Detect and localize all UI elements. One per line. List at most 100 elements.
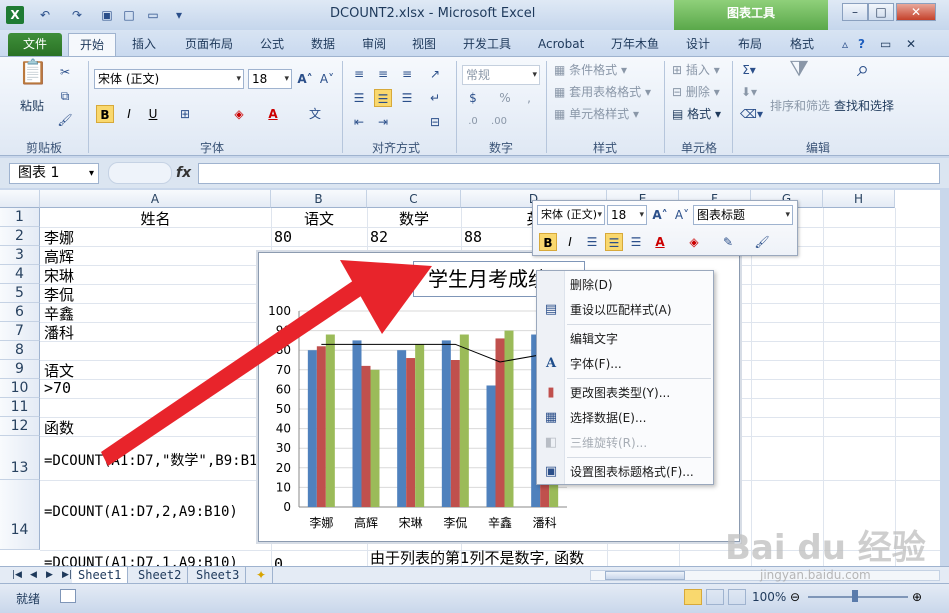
undo-icon[interactable]: ↶: [36, 6, 54, 24]
grow-font-icon[interactable]: A˄: [296, 70, 314, 88]
row-header-3[interactable]: 3: [0, 246, 40, 265]
zoom-out-icon[interactable]: ⊖: [790, 590, 800, 604]
fill-color-icon[interactable]: ◈: [230, 105, 248, 123]
cell-a9[interactable]: 语文: [44, 360, 74, 381]
redo-icon[interactable]: ↷: [68, 6, 86, 24]
zoom-in-icon[interactable]: ⊕: [912, 590, 922, 604]
save-icon[interactable]: ▣: [98, 6, 116, 24]
restore-workbook-icon[interactable]: ▭: [874, 33, 897, 56]
delete-cells-button[interactable]: ⊟ 删除 ▾: [672, 83, 720, 101]
minimize-button[interactable]: –: [842, 3, 868, 21]
comma-icon[interactable]: ,: [520, 89, 538, 107]
orientation-icon[interactable]: ↗: [426, 65, 444, 83]
tab-view[interactable]: 视图: [406, 33, 442, 56]
row-header-6[interactable]: 6: [0, 303, 40, 322]
mini-font-combo[interactable]: 宋体 (正文) ▾: [537, 205, 605, 225]
border-icon[interactable]: ⊞: [176, 105, 194, 123]
sheet-tab-1[interactable]: Sheet1: [72, 567, 129, 583]
mini-shrink-font-icon[interactable]: A˅: [673, 206, 691, 224]
select-all-corner[interactable]: [0, 190, 40, 208]
page-break-view-icon[interactable]: [728, 589, 746, 605]
cell-a1[interactable]: 姓名: [40, 208, 271, 229]
mini-fill-icon[interactable]: ◈: [685, 233, 703, 251]
normal-view-icon[interactable]: [684, 589, 702, 605]
bold-button[interactable]: B: [96, 105, 114, 123]
cell-b15[interactable]: 0: [274, 555, 283, 566]
row-header-11[interactable]: 11: [0, 398, 40, 417]
paste-icon[interactable]: 📋: [18, 60, 48, 93]
cell-a14[interactable]: =DCOUNT(A1:D7,2,A9:B10): [44, 504, 238, 520]
format-cells-button[interactable]: ▤ 格式 ▾: [672, 105, 721, 123]
col-header-h[interactable]: H: [823, 190, 895, 208]
zoom-level[interactable]: 100%: [752, 590, 786, 604]
cut-icon[interactable]: ✂: [56, 63, 74, 81]
row-header-4[interactable]: 4: [0, 265, 40, 284]
copy-icon[interactable]: ⧉: [56, 87, 74, 105]
align-left-icon[interactable]: ☰: [350, 89, 368, 107]
increase-decimal-icon[interactable]: .0: [464, 113, 482, 131]
row-header-12[interactable]: 12: [0, 417, 40, 436]
insert-cells-button[interactable]: ⊞ 插入 ▾: [672, 61, 720, 79]
mini-outline-icon[interactable]: ✎: [719, 233, 737, 251]
number-format-combo[interactable]: 常规 ▾: [462, 65, 540, 85]
align-middle-icon[interactable]: ≡: [374, 65, 392, 83]
mini-align-center-icon[interactable]: ☰: [605, 233, 623, 251]
cell-c15[interactable]: 由于列表的第1列不是数字, 函数: [370, 547, 584, 566]
tab-acrobat[interactable]: Acrobat: [532, 33, 590, 56]
menu-item-format-title[interactable]: ▣ 设置图表标题格式(F)...: [537, 460, 713, 484]
cell-a4[interactable]: 宋琳: [44, 265, 74, 286]
menu-item-reset-style[interactable]: ▤ 重设以匹配样式(A): [537, 298, 713, 322]
new-file-icon[interactable]: □: [120, 6, 138, 24]
cell-styles-button[interactable]: ▦ 单元格样式 ▾: [554, 105, 639, 123]
mini-font-color-icon[interactable]: A: [651, 233, 669, 251]
cell-c2[interactable]: 82: [370, 228, 388, 246]
tab-design[interactable]: 设计: [680, 33, 716, 56]
macro-record-icon[interactable]: [60, 589, 76, 603]
sort-filter-button[interactable]: 排序和筛选: [770, 97, 830, 115]
find-select-button[interactable]: 查找和选择: [834, 97, 894, 115]
row-header-2[interactable]: 2: [0, 227, 40, 246]
insert-sheet-icon[interactable]: ✦: [250, 567, 274, 583]
font-name-combo[interactable]: 宋体 (正文) ▾: [94, 69, 244, 89]
sheet-tab-2[interactable]: Sheet2: [132, 567, 189, 583]
menu-item-select-data[interactable]: ▦ 选择数据(E)...: [537, 406, 713, 430]
tab-format[interactable]: 格式: [784, 33, 820, 56]
conditional-format-button[interactable]: ▦ 条件格式 ▾: [554, 61, 627, 79]
font-color-icon[interactable]: A: [264, 105, 282, 123]
customize-qat-icon[interactable]: ▾: [170, 6, 188, 24]
row-header-14[interactable]: 14: [0, 480, 40, 550]
name-box[interactable]: 图表 1 ▾: [9, 163, 99, 184]
italic-button[interactable]: I: [120, 105, 138, 123]
row-header-13[interactable]: 13: [0, 436, 40, 480]
row-header-10[interactable]: 10: [0, 379, 40, 398]
align-right-icon[interactable]: ☰: [398, 89, 416, 107]
menu-item-delete[interactable]: 删除(D): [537, 273, 713, 297]
chart-element-combo[interactable]: 图表标题 ▾: [693, 205, 793, 225]
tab-file[interactable]: 文件: [8, 33, 62, 56]
close-button[interactable]: ✕: [896, 3, 936, 21]
shrink-font-icon[interactable]: A˅: [318, 70, 336, 88]
cell-a3[interactable]: 高辉: [44, 246, 74, 267]
wrap-text-icon[interactable]: ↵: [426, 89, 444, 107]
cell-a12[interactable]: 函数: [44, 417, 74, 438]
clear-icon[interactable]: ⌫▾: [740, 105, 763, 123]
binoculars-icon[interactable]: ⌕: [848, 59, 878, 91]
mini-align-left-icon[interactable]: ☰: [583, 233, 601, 251]
currency-icon[interactable]: $: [464, 89, 482, 107]
sheet-tab-3[interactable]: Sheet3: [190, 567, 247, 583]
paste-button[interactable]: 粘贴: [20, 97, 44, 115]
col-header-a[interactable]: A: [40, 190, 271, 208]
align-top-icon[interactable]: ≡: [350, 65, 368, 83]
align-bottom-icon[interactable]: ≡: [398, 65, 416, 83]
cell-a6[interactable]: 辛鑫: [44, 303, 74, 324]
cell-a7[interactable]: 潘科: [44, 322, 74, 343]
formula-input[interactable]: [198, 163, 940, 184]
col-header-c[interactable]: C: [367, 190, 461, 208]
cell-a10[interactable]: >70: [44, 379, 71, 397]
phonetic-icon[interactable]: 文: [306, 105, 324, 123]
cell-a15[interactable]: =DCOUNT(A1:D7,1,A9:B10): [44, 555, 238, 566]
format-painter-icon[interactable]: 🖌: [56, 111, 74, 129]
zoom-slider[interactable]: [808, 596, 908, 598]
col-header-b[interactable]: B: [271, 190, 367, 208]
cell-d2[interactable]: 88: [464, 228, 482, 246]
